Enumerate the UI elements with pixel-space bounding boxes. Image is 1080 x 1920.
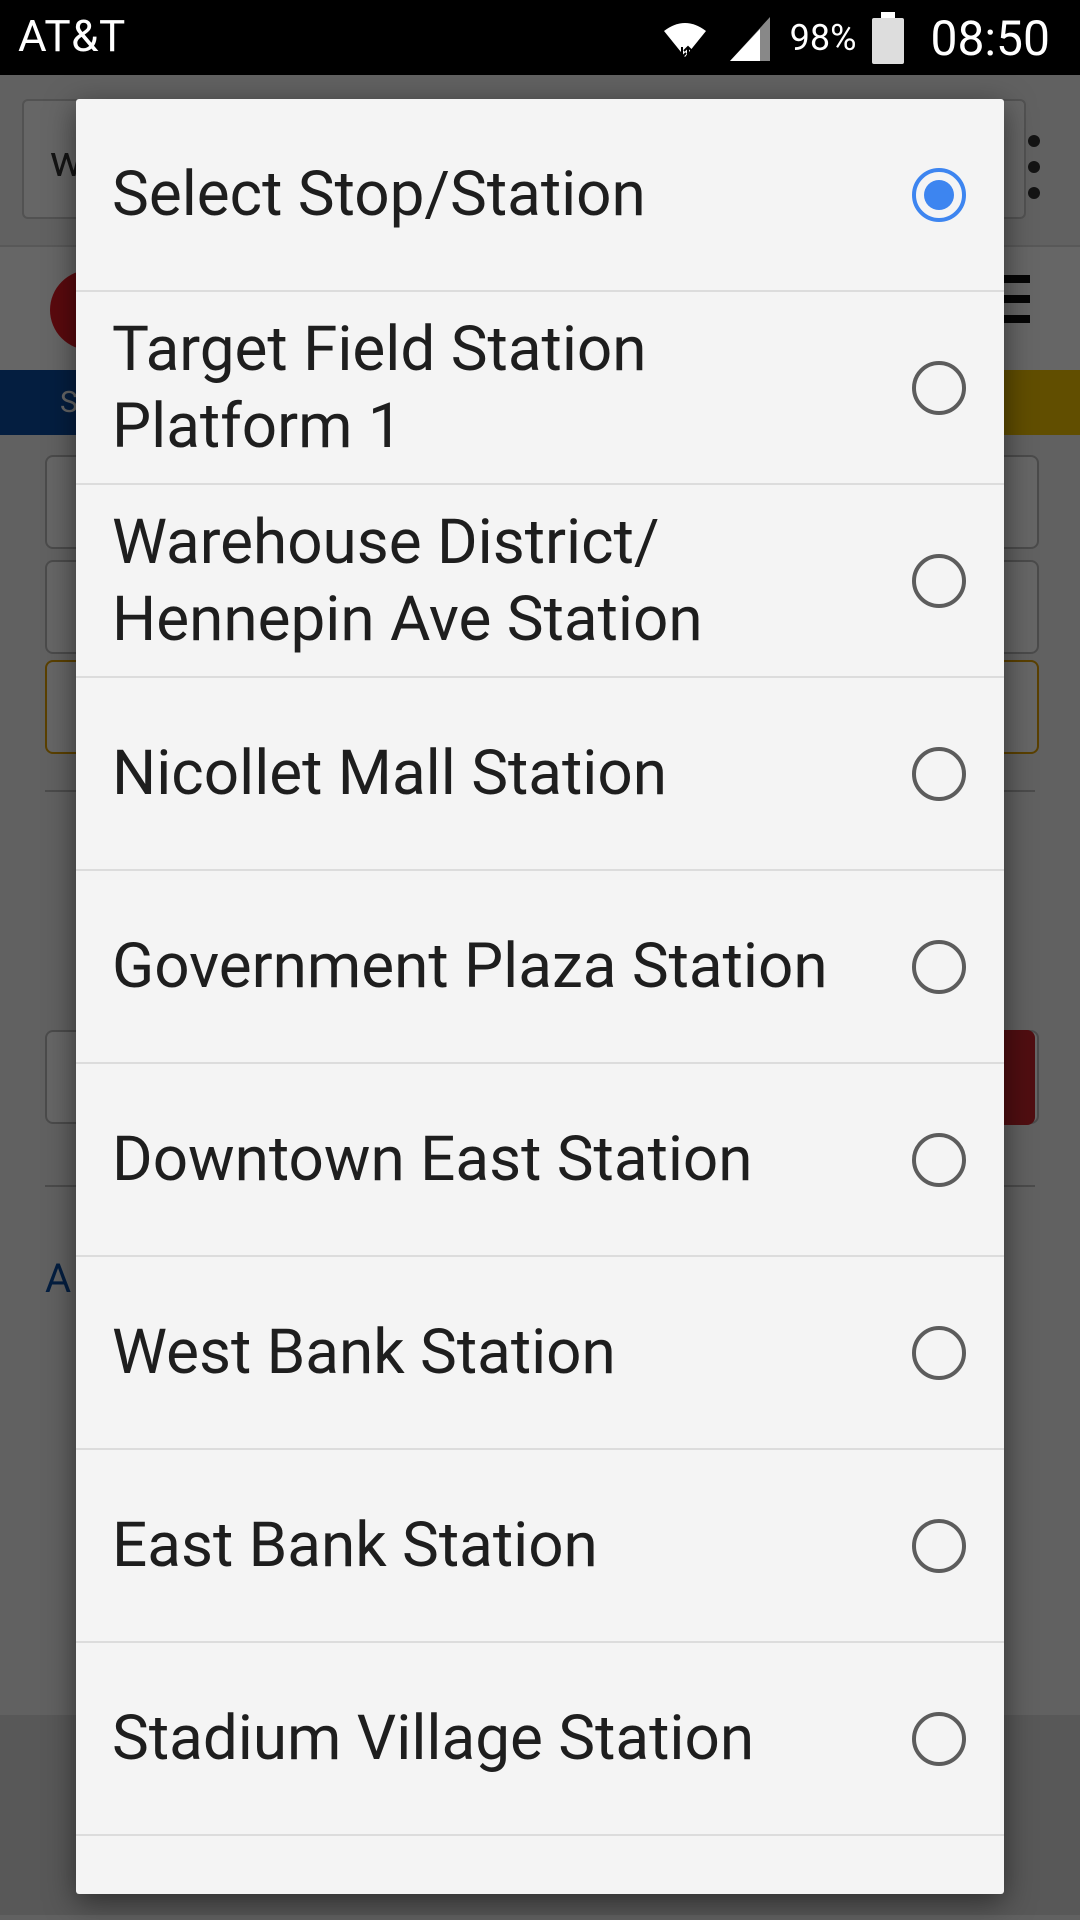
option-east-bank[interactable]: East Bank Station [76,1450,1004,1643]
clock: 08:50 [930,9,1050,67]
radio-unselected-icon[interactable] [912,1518,966,1573]
option-west-bank[interactable]: West Bank Station [76,1257,1004,1450]
battery-icon [872,12,905,64]
option-downtown-east[interactable]: Downtown East Station [76,1064,1004,1257]
option-stadium-village[interactable]: Stadium Village Station [76,1643,1004,1836]
wifi-icon [663,23,706,59]
radio-unselected-icon[interactable] [912,746,966,801]
option-label: Nicollet Mall Station [112,737,667,810]
option-label: West Bank Station [112,1316,616,1389]
radio-selected-icon[interactable] [912,167,966,222]
option-government-plaza[interactable]: Government Plaza Station [76,871,1004,1064]
option-label: Government Plaza Station [112,930,828,1003]
status-bar: AT&T 98% 08:50 [0,0,1080,75]
option-label: East Bank Station [112,1509,598,1582]
option-label: Target Field Station Platform 1 [112,312,647,463]
radio-unselected-icon[interactable] [912,939,966,994]
option-label: Downtown East Station [112,1123,753,1196]
option-select-stop[interactable]: Select Stop/Station [76,99,1004,292]
battery-percent: 98% [789,17,857,59]
radio-unselected-icon[interactable] [912,1325,966,1380]
option-label: Stadium Village Station [112,1702,755,1775]
option-label: Warehouse District/ Hennepin Ave Station [112,505,703,656]
station-select-dialog: Select Stop/Station Target Field Station… [76,99,1004,1894]
carrier-label: AT&T [18,10,126,62]
option-warehouse-district[interactable]: Warehouse District/ Hennepin Ave Station [76,485,1004,678]
radio-unselected-icon[interactable] [912,553,966,608]
radio-unselected-icon[interactable] [912,360,966,415]
option-nicollet-mall[interactable]: Nicollet Mall Station [76,678,1004,871]
cell-signal-icon [729,17,770,61]
radio-unselected-icon[interactable] [912,1132,966,1187]
option-label: Select Stop/Station [112,158,646,231]
radio-unselected-icon[interactable] [912,1711,966,1766]
option-target-field[interactable]: Target Field Station Platform 1 [76,292,1004,485]
status-icons: 98% 08:50 [660,6,1050,70]
